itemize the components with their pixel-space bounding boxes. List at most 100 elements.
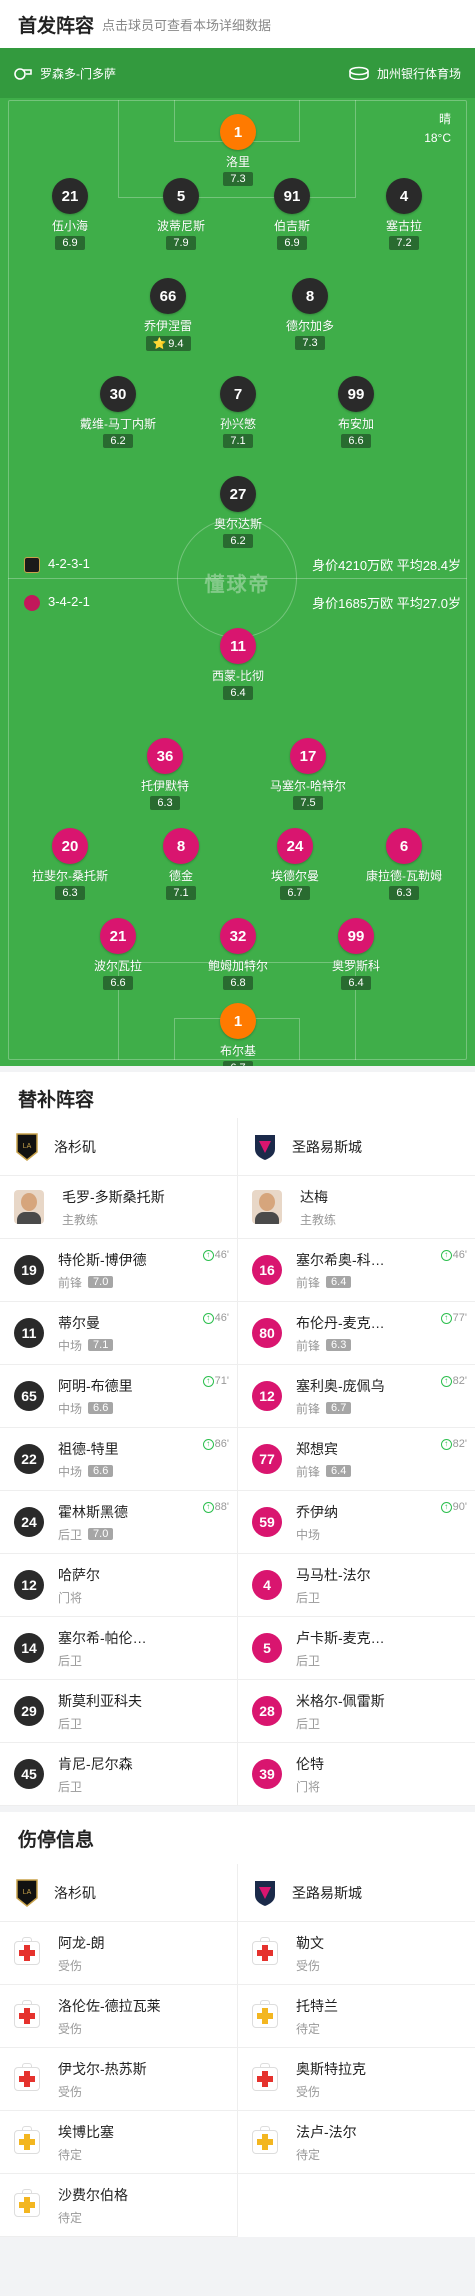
home-injury-list: 阿龙-朗 受伤洛伦佐-德拉瓦莱 受伤 伊戈尔-热苏斯 受伤 埃博比塞 待定 沙费尔伯格 待定 [0,1922,237,2237]
player-number-badge: 66 [150,278,186,314]
player-away-9[interactable]: 99 奥罗斯科 6.4 [301,918,411,990]
player-rating: 6.6 [103,976,133,990]
sub-position: 后卫 [296,1716,321,1731]
player-home-4[interactable]: 4 塞古拉 7.2 [349,178,459,250]
sub-on-minute: 82' [452,1438,467,1450]
player-home-3[interactable]: 91 伯吉斯 6.9 [237,178,347,250]
injury-info: 阿龙-朗 受伤 [58,1933,105,1974]
injury-row[interactable]: 阿龙-朗 受伤 [0,1922,237,1985]
sub-info: 米格尔-佩雷斯 后卫 [296,1691,385,1732]
injury-row[interactable]: 伊戈尔-热苏斯 受伤 [0,2048,237,2111]
weather: 晴 18°C [424,110,451,148]
sub-row[interactable]: 39 伦特 门将 [238,1743,475,1806]
player-number-badge: 17 [290,738,326,774]
away-value: 身价1685万欧 平均27.0岁 [312,596,461,611]
home-subs-column: LA 洛杉矶 毛罗-多斯桑托斯 主教练 19 特伦斯-博伊德 前锋 7.0 ↑ 46' 11… [0,1118,237,1806]
sub-row[interactable]: 19 特伦斯-博伊德 前锋 7.0 ↑ 46' [0,1239,237,1302]
injury-row[interactable]: 法卢-法尔 待定 [238,2111,475,2174]
sub-info: 哈萨尔 门将 [58,1565,100,1606]
player-away-3[interactable]: 20 拉斐尔-桑托斯 6.3 [15,828,125,900]
player-rating: 7.1 [166,886,196,900]
injury-row[interactable]: 埃博比塞 待定 [0,2111,237,2174]
sub-position: 中场 [58,1464,83,1479]
player-name: 塞古拉 [385,219,422,233]
sub-row[interactable]: 59 乔伊纳 中场 ↑ 90' [238,1491,475,1554]
injury-row[interactable]: 勒文 受伤 [238,1922,475,1985]
player-home-10[interactable]: 27 奥尔达斯 6.2 [183,476,293,548]
player-home-5[interactable]: 66 乔伊涅雷 ⭐ 9.4 [113,278,223,351]
sub-role-line: 前锋 6.3 [296,1337,385,1354]
away-team-header[interactable]: 圣路易斯城 [238,1118,475,1176]
player-number-badge: 7 [220,376,256,412]
home-team-logo-icon: LA [14,1878,40,1908]
player-away-10[interactable]: 1 布尔基 6.7 [183,1003,293,1066]
sub-info: 郑想宾 前锋 6.4 [296,1439,352,1480]
sub-name: 伦特 [296,1755,324,1772]
player-away-6[interactable]: 6 康拉德-瓦勒姆 6.3 [349,828,459,900]
injury-row[interactable]: 洛伦佐-德拉瓦莱 受伤 [0,1985,237,2048]
sub-number-badge: 14 [14,1633,44,1663]
player-away-2[interactable]: 17 马塞尔-哈特尔 7.5 [253,738,363,810]
injury-player-name: 伊戈尔-热苏斯 [58,2060,147,2077]
home-injury-column: LA 洛杉矶 阿龙-朗 受伤 洛伦佐-德拉瓦莱 受伤 伊戈尔-热苏斯 受伤 埃博比塞 待定 沙费… [0,1864,237,2237]
injury-row[interactable]: 奥斯特拉克 受伤 [238,2048,475,2111]
sub-row[interactable]: 24 霍林斯黑德 后卫 7.0 ↑ 88' [0,1491,237,1554]
player-away-1[interactable]: 36 托伊默特 6.3 [110,738,220,810]
sub-number-badge: 65 [14,1381,44,1411]
sub-row[interactable]: 80 布伦丹-麦克… 前锋 6.3 ↑ 77' [238,1302,475,1365]
sub-row[interactable]: 12 塞利奥-庞佩乌 前锋 6.7 ↑ 82' [238,1365,475,1428]
player-away-0[interactable]: 11 西蒙-比彻 6.4 [183,628,293,700]
player-number-badge: 8 [292,278,328,314]
sub-row[interactable]: 28 米格尔-佩雷斯 后卫 [238,1680,475,1743]
sub-row[interactable]: 77 郑想宾 前锋 6.4 ↑ 82' [238,1428,475,1491]
player-name: 鲍姆加特尔 [207,959,268,973]
sub-row[interactable]: 12 哈萨尔 门将 [0,1554,237,1617]
away-team-logo-icon [252,1878,278,1908]
player-home-1[interactable]: 21 伍小海 6.9 [15,178,125,250]
sub-position: 中场 [58,1338,83,1353]
injury-info: 托特兰 待定 [296,1996,338,2037]
sub-on-minute: 86' [214,1438,229,1450]
injury-medkit-icon [252,2063,278,2091]
sub-row[interactable]: 5 卢卡斯-麦克… 后卫 [238,1617,475,1680]
player-away-7[interactable]: 21 波尔瓦拉 6.6 [63,918,173,990]
player-away-8[interactable]: 32 鲍姆加特尔 6.8 [183,918,293,990]
home-mini-logo-icon [24,556,40,573]
home-coach[interactable]: 毛罗-多斯桑托斯 主教练 [0,1176,237,1239]
away-coach[interactable]: 达梅 主教练 [238,1176,475,1239]
sub-role-line: 中场 7.1 [58,1337,114,1354]
player-home-7[interactable]: 30 戴维-马丁内斯 6.2 [63,376,173,448]
sub-row[interactable]: 29 斯莫利亚科夫 后卫 [0,1680,237,1743]
player-rating: 6.2 [103,434,133,448]
stadium-name: 加州银行体育场 [376,66,461,81]
player-home-8[interactable]: 7 孙兴慜 7.1 [183,376,293,448]
sub-row[interactable]: 65 阿明-布德里 中场 6.6 ↑ 71' [0,1365,237,1428]
player-home-9[interactable]: 99 布安加 6.6 [301,376,411,448]
sub-row[interactable]: 4 马马杜-法尔 后卫 [238,1554,475,1617]
home-value: 身价4210万欧 平均28.4岁 [312,558,461,573]
injury-row[interactable]: 沙费尔伯格 待定 [0,2174,237,2237]
sub-row[interactable]: 45 肯尼-尼尔森 后卫 [0,1743,237,1806]
sub-info: 祖德-特里 中场 6.6 [58,1439,119,1480]
player-home-2[interactable]: 5 波蒂尼斯 7.9 [126,178,236,250]
home-coach-role: 主教练 [62,1212,99,1227]
player-away-4[interactable]: 8 德金 7.1 [126,828,236,900]
sub-on-marker: ↑ 46' [202,1249,229,1261]
coach-avatar [14,1190,44,1224]
injury-status: 待定 [296,2021,321,2036]
player-rating: 7.9 [166,236,196,250]
player-away-5[interactable]: 24 埃德尔曼 6.7 [240,828,350,900]
player-home-0[interactable]: 1 洛里 7.3 [183,114,293,186]
sub-name: 乔伊纳 [296,1503,338,1520]
sub-row[interactable]: 22 祖德-特里 中场 6.6 ↑ 86' [0,1428,237,1491]
sub-row[interactable]: 16 塞尔希奥-科… 前锋 6.4 ↑ 46' [238,1239,475,1302]
player-number-badge: 99 [338,376,374,412]
sub-role-line: 前锋 6.7 [296,1400,385,1417]
sub-row[interactable]: 14 塞尔希-帕伦… 后卫 [0,1617,237,1680]
home-team-header[interactable]: LA 洛杉矶 [0,1118,237,1176]
whistle-icon [14,68,32,80]
sub-rating: 6.4 [326,1465,352,1477]
injury-row[interactable]: 托特兰 待定 [238,1985,475,2048]
player-home-6[interactable]: 8 德尔加多 7.3 [255,278,365,350]
sub-row[interactable]: 11 蒂尔曼 中场 7.1 ↑ 46' [0,1302,237,1365]
